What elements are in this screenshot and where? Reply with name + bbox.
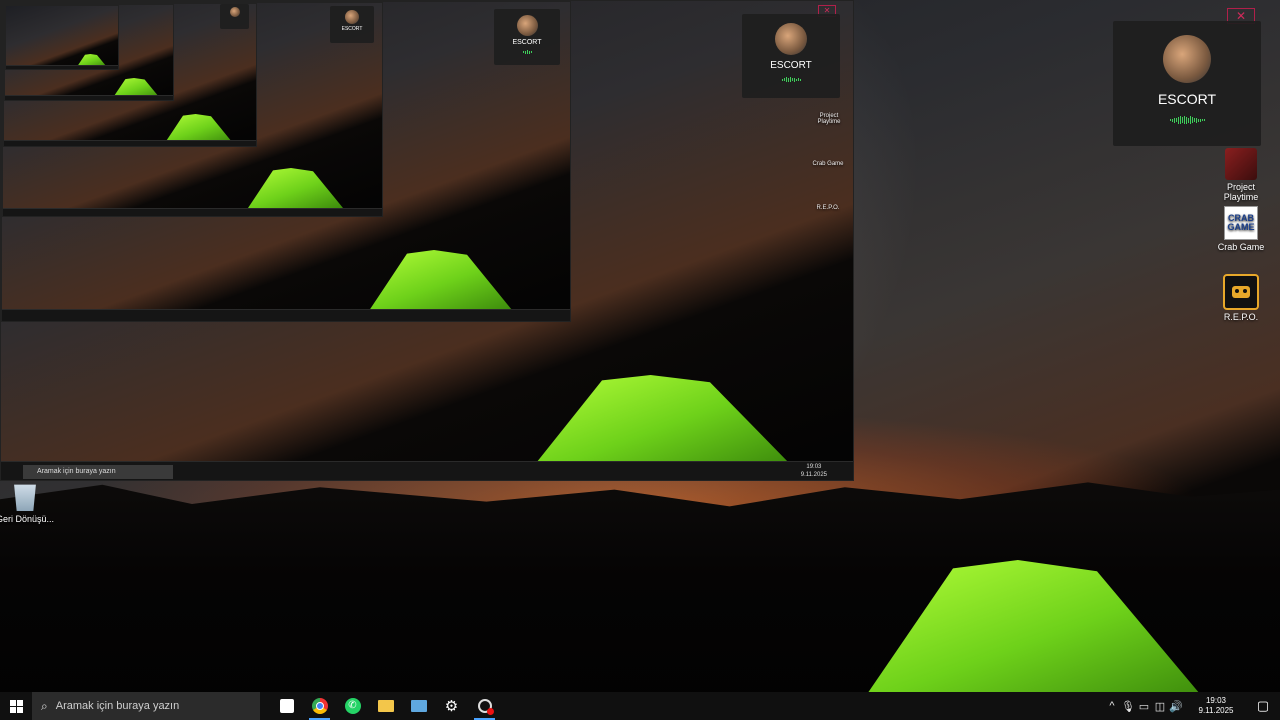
chrome-icon[interactable] [303, 692, 336, 720]
overlay-username: ESCORT [1157, 91, 1217, 107]
screen-recorder-icon[interactable] [468, 692, 501, 720]
frame-overlay-username-2: ESCORT [512, 39, 542, 46]
repo-label: R.E.P.O. [1223, 312, 1259, 322]
clock-time: 19:03 [1205, 696, 1227, 705]
frame-voice-overlay: ESCORT [742, 14, 840, 98]
frame-crab-game-label: Crab Game [812, 161, 844, 167]
frame-clock: 19:03 9.11.2025 [800, 464, 827, 478]
taskbar-search-box[interactable]: ⌕ Aramak için buraya yazın [32, 692, 260, 720]
windows-logo-icon [9, 699, 23, 713]
crab-game-label: Crab Game [1217, 242, 1265, 252]
start-button[interactable] [0, 692, 32, 720]
network-icon[interactable]: ▭ [1136, 700, 1152, 713]
chevron-up-icon[interactable]: ^ [1104, 700, 1120, 712]
search-placeholder: Aramak için buraya yazın [55, 700, 180, 712]
screen-capture-preview-2 [1, 1, 571, 322]
whatsapp-icon[interactable]: ✆ [336, 692, 369, 720]
frame-project-playtime-label: Project Playtime [817, 113, 841, 125]
frame-taskbar: Aramak için buraya yazın 19:03 9.11.2025 [1, 461, 853, 480]
project-playtime-icon [1225, 148, 1257, 180]
repo-icon [1223, 274, 1259, 310]
screen-capture-preview-5 [4, 4, 174, 101]
project-playtime-label: Project Playtime [1223, 182, 1259, 203]
frame-voice-overlay-4 [220, 4, 249, 29]
frame-overlay-username-3: ESCORT [341, 26, 363, 32]
taskbar-pinned-apps: ✆ ⚙ [270, 692, 501, 720]
crab-game-shortcut[interactable]: CRAB GAME Crab Game [1209, 206, 1273, 252]
mail-icon[interactable] [402, 692, 435, 720]
wifi-icon[interactable]: ◫ [1152, 700, 1168, 713]
screen-capture-preview-6 [5, 5, 119, 70]
microphone-icon[interactable]: 🎙 [1120, 700, 1136, 713]
frame-search-box: Aramak için buraya yazın [23, 465, 173, 479]
frame-repo-label: R.E.P.O. [816, 205, 840, 211]
taskbar: ⌕ Aramak için buraya yazın ✆ ⚙ ^ 🎙 ▭ ◫ 🔊… [0, 692, 1280, 720]
recycle-bin-shortcut[interactable]: Geri Dönüşü... [0, 480, 57, 524]
file-explorer-icon[interactable] [369, 692, 402, 720]
crab-game-icon: CRAB GAME [1224, 206, 1258, 240]
recycle-bin-icon [9, 480, 41, 512]
clock-date: 9.11.2025 [1198, 706, 1234, 715]
store-icon[interactable] [270, 692, 303, 720]
voice-overlay: ESCORT [1113, 21, 1261, 146]
screen-capture-preview-3 [2, 2, 383, 217]
search-icon: ⌕ [41, 698, 48, 713]
repo-shortcut[interactable]: R.E.P.O. [1209, 274, 1273, 322]
notification-icon[interactable]: ▢ [1246, 698, 1280, 714]
taskbar-clock[interactable]: 19:03 9.11.2025 [1186, 696, 1246, 716]
frame-voice-overlay-2: ESCORT [494, 9, 560, 65]
project-playtime-shortcut[interactable]: Project Playtime [1209, 148, 1273, 203]
system-tray: ^ 🎙 ▭ ◫ 🔊 19:03 9.11.2025 ▢ [1104, 696, 1280, 716]
frame-voice-overlay-3: ESCORT [330, 6, 374, 43]
user-avatar [1163, 35, 1211, 83]
frame-overlay-username: ESCORT [770, 60, 812, 71]
settings-icon[interactable]: ⚙ [435, 692, 468, 720]
recycle-bin-label: Geri Dönüşü... [0, 514, 55, 524]
screen-capture-preview: Project Playtime Crab Game R.E.P.O. Aram… [0, 0, 854, 481]
screen-capture-preview-4 [3, 3, 257, 147]
voice-activity-icon [1169, 116, 1205, 124]
volume-icon[interactable]: 🔊 [1168, 700, 1184, 713]
